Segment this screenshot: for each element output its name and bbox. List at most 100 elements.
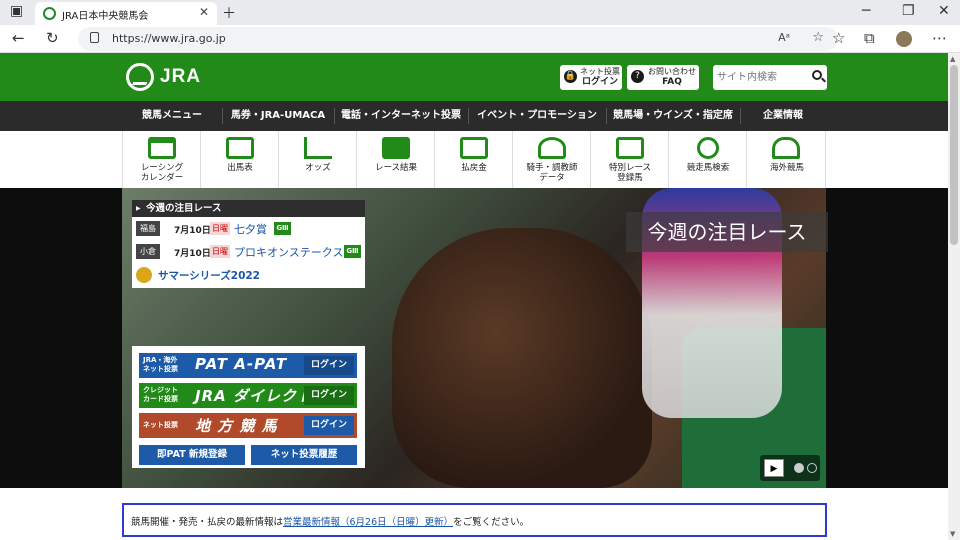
window-close-icon[interactable]: ✕ [938,3,950,19]
profile-avatar[interactable] [896,31,912,47]
notice-link[interactable]: 営業最新情報（6月26日（日曜）更新） [283,517,453,528]
featured-race-box: 今週の注目レース 福島 7月10日 日曜 七夕賞 GⅢ 小倉 7月10日 日曜 … [132,200,365,288]
url-text: https://www.jra.go.jp [112,32,226,45]
quick-link-overseas-racing[interactable]: 海外競馬 [746,131,826,188]
quick-link-odds[interactable]: オッズ [278,131,356,188]
nav-tickets-umaca[interactable]: 馬券・JRA-UMACA [222,101,334,131]
more-menu-icon[interactable]: ⋯ [932,29,947,47]
read-aloud-icon[interactable]: Aᵃ [778,31,790,44]
nav-corporate-info[interactable]: 企業情報 [740,101,826,131]
jockey-icon [538,137,566,159]
quick-link-special-race-entries[interactable]: 特別レース 登録馬 [590,131,668,188]
slideshow-controls: ▶ [760,455,820,481]
money-icon [460,137,488,159]
race-name-link[interactable]: 七夕賞 [234,221,267,237]
quick-link-label: 騎手・調教師 [526,163,578,173]
browser-tab[interactable]: JRA日本中央競馬会 ✕ [35,2,217,25]
back-icon[interactable]: ← [12,29,25,47]
main-nav: 競馬メニュー 馬券・JRA-UMACA 電話・インターネット投票 イベント・プロ… [0,101,948,131]
nav-racecourses[interactable]: 競馬場・ウインズ・指定席 [606,101,740,131]
slide-dot-active[interactable] [794,463,804,473]
faq-button[interactable]: ? お問い合わせ FAQ [627,65,699,90]
pat-row-label: ネット投票 [143,421,178,429]
race-day: 日曜 [210,222,230,235]
pat-row[interactable]: クレジット カード投票 JRA ダイレクト ログイン [139,383,357,408]
scroll-up-icon[interactable]: ▲ [950,55,955,63]
net-vote-login-button[interactable]: 🔒 ネット投票 ログイン [560,65,622,90]
quick-link-jockey-trainer-data[interactable]: 騎手・調教師 データ [512,131,590,188]
quick-link-label: データ [539,173,565,183]
favorite-star-icon[interactable]: ☆ [812,30,824,45]
horse-search-icon [697,137,719,159]
pat-logo-text: PAT A-PAT [195,355,288,373]
race-card-icon [226,137,254,159]
pat-logo-text: 地 方 競 馬 [195,417,278,435]
quick-link-label: 特別レース [608,163,652,173]
quick-link-label: オッズ [305,163,331,173]
horse-image [392,228,652,488]
quick-link-label: レーシング [140,163,184,173]
scrollbar-thumb[interactable] [950,65,958,245]
pat-row[interactable]: ネット投票 地 方 競 馬 ログイン [139,413,357,438]
pat-row[interactable]: JRA・海外 ネット投票 PAT A-PAT ログイン [139,353,357,378]
summer-series-label: サマーシリーズ2022 [158,270,260,282]
slide-dot[interactable] [807,463,817,473]
special-race-icon [616,137,644,159]
race-date: 7月10日 [174,226,211,236]
refresh-icon[interactable]: ↻ [46,29,59,47]
jra-favicon-icon [43,7,56,20]
race-row[interactable]: 小倉 7月10日 日曜 プロキオンステークス GⅢ [136,244,362,260]
url-field[interactable]: https://www.jra.go.jp Aᵃ ☆ [78,27,838,51]
grade-badge: GⅢ [344,245,361,258]
featured-race-overlay[interactable]: 今週の注目レース [626,212,828,252]
faq-line1: お問い合わせ [648,67,696,76]
business-notice: 競馬開催・発売・払戻の最新情報は営業最新情報（6月26日（日曜）更新）をご覧くだ… [122,503,827,537]
collections-icon[interactable]: ⧉ [864,29,875,47]
quick-link-payouts[interactable]: 払戻金 [434,131,512,188]
jra-logo[interactable]: JRA [126,63,206,91]
tab-actions-icon[interactable]: ▣ [10,3,23,19]
quick-link-horse-search[interactable]: 競走馬検索 [668,131,746,188]
quick-link-race-card[interactable]: 出馬表 [200,131,278,188]
race-venue: 小倉 [136,244,160,259]
new-registration-button[interactable]: 即PAT 新規登録 [139,445,245,465]
restore-icon[interactable]: ❐ [902,3,915,19]
quick-link-racing-calendar[interactable]: レーシング カレンダー [122,131,200,188]
faq-line2: FAQ [662,77,682,87]
minimize-icon[interactable]: ─ [862,3,870,19]
nav-events[interactable]: イベント・プロモーション [468,101,606,131]
net-vote-panel: JRA・海外 ネット投票 PAT A-PAT ログイン クレジット カード投票 JR… [132,346,365,468]
local-racing-login-button[interactable]: ログイン [304,416,354,435]
pat-login-button[interactable]: ログイン [304,356,354,375]
scroll-down-icon[interactable]: ▼ [950,530,955,538]
race-venue: 福島 [136,221,160,236]
race-name-link[interactable]: プロキオンステークス [234,244,343,260]
nav-phone-internet-vote[interactable]: 電話・インターネット投票 [334,101,468,131]
calendar-icon [148,137,176,159]
browser-tab-bar: ▣ JRA日本中央競馬会 ✕ ＋ ─ ❐ ✕ [0,0,960,25]
quick-link-label: 払戻金 [461,163,487,173]
featured-race-header[interactable]: 今週の注目レース [132,200,365,217]
address-bar: ← ↻ https://www.jra.go.jp Aᵃ ☆ ☆ ⧉ ⋯ [0,25,960,53]
nav-racing-menu[interactable]: 競馬メニュー [122,101,222,131]
podium-icon [382,137,410,159]
quick-link-label: 海外競馬 [769,163,804,173]
new-tab-icon[interactable]: ＋ [222,3,236,23]
quick-link-label: 登録馬 [617,173,643,183]
vote-history-button[interactable]: ネット投票履歴 [251,445,357,465]
direct-login-button[interactable]: ログイン [304,386,354,405]
page-scrollbar[interactable]: ▲ ▼ [948,53,960,540]
overseas-icon [772,137,800,159]
site-search [713,65,827,90]
play-icon[interactable]: ▶ [764,459,784,477]
quick-link-label: 出馬表 [227,163,253,173]
tab-close-icon[interactable]: ✕ [199,5,209,19]
quick-links: レーシング カレンダー 出馬表 オッズ レース結果 払戻金 騎手・調教師 データ 特… [122,131,826,188]
search-input[interactable] [717,69,807,86]
grade-badge: GⅢ [274,222,291,235]
race-row[interactable]: 福島 7月10日 日曜 七夕賞 GⅢ [136,221,362,237]
quick-link-race-results[interactable]: レース結果 [356,131,434,188]
favorites-icon[interactable]: ☆ [832,29,845,47]
search-icon[interactable] [812,70,822,80]
net-login-line1: ネット投票 [580,67,620,76]
